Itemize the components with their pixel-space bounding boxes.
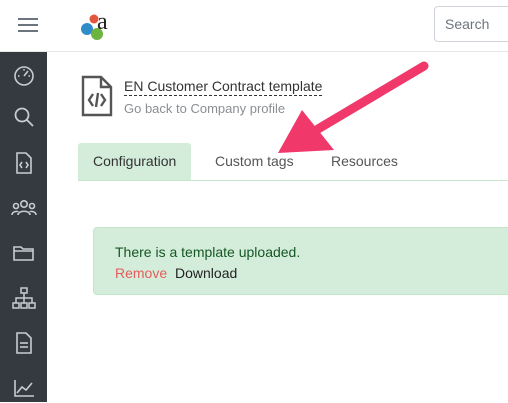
annotation-arrow [278, 61, 429, 153]
download-link[interactable]: Download [175, 265, 237, 281]
tab-configuration[interactable]: Configuration [78, 143, 192, 180]
sidebar-item-templates[interactable] [0, 148, 47, 178]
code-file-icon [80, 75, 114, 117]
sidebar [0, 52, 47, 402]
tab-resources[interactable]: Resources [316, 143, 413, 180]
sidebar-item-folders[interactable] [0, 238, 47, 268]
area-chart-icon [13, 378, 35, 398]
tab-custom-tags[interactable]: Custom tags [200, 143, 309, 180]
alert-message: There is a template uploaded. [115, 244, 301, 260]
code-file-icon [14, 152, 34, 174]
dashboard-gauge-icon [13, 64, 35, 86]
sidebar-item-reports[interactable] [0, 373, 47, 403]
app-logo[interactable]: a [78, 8, 114, 42]
search-input[interactable] [434, 6, 508, 42]
sidebar-item-documents[interactable] [0, 328, 47, 358]
document-icon [15, 332, 33, 354]
back-to-company-link[interactable]: Go back to Company profile [124, 101, 285, 116]
tab-bar: Configuration Custom tags Resources [78, 143, 508, 181]
remove-link[interactable]: Remove [115, 265, 167, 281]
users-group-icon [10, 198, 37, 218]
sidebar-item-search[interactable] [0, 102, 47, 132]
search-icon [13, 106, 35, 128]
sidebar-item-organization[interactable] [0, 283, 47, 313]
folder-icon [12, 243, 36, 263]
sidebar-item-dashboard[interactable] [0, 60, 47, 90]
tab-underline [78, 180, 508, 181]
top-bar: a [0, 0, 508, 52]
page-title[interactable]: EN Customer Contract template [124, 78, 323, 96]
hamburger-menu-icon[interactable] [18, 16, 38, 34]
svg-text:a: a [97, 9, 108, 35]
org-chart-icon [11, 287, 36, 309]
sidebar-item-users[interactable] [0, 193, 47, 223]
template-uploaded-alert: There is a template uploaded. Remove Dow… [93, 227, 508, 295]
